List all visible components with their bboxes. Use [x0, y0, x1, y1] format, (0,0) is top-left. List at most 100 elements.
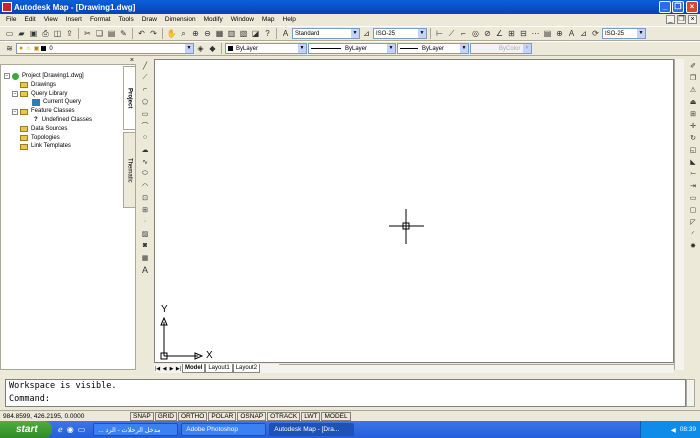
properties-icon[interactable]: ▦ — [214, 28, 225, 39]
break-icon[interactable]: ▢ — [688, 204, 699, 215]
otrack-toggle[interactable]: OTRACK — [267, 411, 301, 421]
layer-previous-icon[interactable]: ◆ — [207, 43, 218, 54]
menu-format[interactable]: Format — [86, 16, 115, 23]
doc-restore-button[interactable]: ❐ — [677, 15, 686, 24]
grid-toggle[interactable]: GRID — [154, 411, 177, 421]
clock[interactable]: 08:39 — [680, 426, 696, 433]
doc-minimize-button[interactable]: _ — [666, 15, 675, 24]
tree-node-topologies[interactable]: Topologies — [4, 134, 92, 143]
tab-model[interactable]: Model — [182, 364, 206, 373]
layer-combo[interactable]: ● ☼ ▣ 0 ▼ — [16, 43, 194, 54]
scale-icon[interactable]: ◱ — [688, 144, 699, 155]
dim-style-icon[interactable]: ⊿ — [361, 28, 372, 39]
tab-layout1[interactable]: Layout1 — [205, 364, 233, 373]
new-icon[interactable]: ▭ — [4, 28, 15, 39]
text-style-combo[interactable]: Standard ▼ — [292, 28, 360, 39]
menu-draw[interactable]: Draw — [138, 16, 161, 23]
polar-toggle[interactable]: POLAR — [208, 411, 237, 421]
region-icon[interactable]: ◙ — [140, 240, 151, 251]
line-icon[interactable]: ╱ — [140, 60, 151, 71]
match-properties-icon[interactable]: ✎ — [118, 28, 129, 39]
extend-icon[interactable]: ⇥ — [688, 180, 699, 191]
make-current-layer-icon[interactable]: ◈ — [195, 43, 206, 54]
hatch-icon[interactable]: ▨ — [140, 228, 151, 239]
close-button[interactable]: × — [686, 1, 698, 13]
table-icon[interactable]: ▦ — [140, 252, 151, 263]
start-button[interactable]: start — [0, 421, 52, 438]
first-tab-icon[interactable]: |◀ — [154, 366, 161, 372]
lwt-toggle[interactable]: LWT — [301, 411, 321, 421]
copy-icon[interactable]: ❏ — [94, 28, 105, 39]
break-at-point-icon[interactable]: ▭ — [688, 192, 699, 203]
dim-text-edit-icon[interactable]: ⊿ — [578, 28, 589, 39]
menu-modify[interactable]: Modify — [200, 16, 227, 23]
menu-tools[interactable]: Tools — [115, 16, 138, 23]
command-scrollbar[interactable] — [686, 379, 695, 407]
linear-dim-icon[interactable]: ⊢ — [434, 28, 445, 39]
ellipse-icon[interactable]: ⬭ — [140, 168, 151, 179]
fillet-icon[interactable]: ◜ — [688, 228, 699, 239]
color-combo[interactable]: ByLayer ▼ — [225, 43, 307, 54]
tree-node-data-sources[interactable]: Data Sources — [4, 125, 92, 134]
tab-project[interactable]: Project — [123, 66, 136, 130]
menu-edit[interactable]: Edit — [20, 16, 39, 23]
aligned-dim-icon[interactable]: ⟋ — [446, 28, 457, 39]
zoom-realtime-icon[interactable]: ⌕ — [178, 28, 189, 39]
preview-icon[interactable]: ◫ — [52, 28, 63, 39]
print-icon[interactable]: ⎙ — [40, 28, 51, 39]
vertical-scrollbar[interactable] — [674, 59, 684, 370]
insert-block-icon[interactable]: ⊡ — [140, 192, 151, 203]
rotate-icon[interactable]: ↻ — [688, 132, 699, 143]
copy-object-icon[interactable]: ❐ — [688, 72, 699, 83]
circle-icon[interactable]: ○ — [140, 132, 151, 143]
drawing-area[interactable]: Y X — [154, 59, 674, 363]
tolerance-icon[interactable]: ▤ — [542, 28, 553, 39]
erase-icon[interactable]: ✐ — [688, 60, 699, 71]
open-icon[interactable]: ▰ — [16, 28, 27, 39]
ellipse-arc-icon[interactable]: ◠ — [140, 180, 151, 191]
explode-icon[interactable]: ✸ — [688, 240, 699, 251]
revision-cloud-icon[interactable]: ☁ — [140, 144, 151, 155]
tree-node-link-templates[interactable]: Link Templates — [4, 142, 92, 151]
tree-node-drawings[interactable]: Drawings — [4, 81, 92, 90]
dim-edit-icon[interactable]: A — [566, 28, 577, 39]
tree-node-query-library[interactable]: − Query Library — [4, 90, 92, 99]
move-icon[interactable]: ✛ — [688, 120, 699, 131]
design-center-icon[interactable]: ▥ — [226, 28, 237, 39]
redo-icon[interactable]: ↷ — [148, 28, 159, 39]
tree-node-undefined-classes[interactable]: ? Undefined Classes — [4, 116, 92, 125]
multiline-text-icon[interactable]: A — [140, 264, 151, 275]
minimize-button[interactable]: _ — [659, 1, 671, 13]
diameter-dim-icon[interactable]: ⊘ — [482, 28, 493, 39]
next-tab-icon[interactable]: ▶ — [168, 366, 175, 372]
tree-node-feature-classes[interactable]: − Feature Classes — [4, 107, 92, 116]
cut-icon[interactable]: ✂ — [82, 28, 93, 39]
lineweight-combo[interactable]: ByLayer ▼ — [397, 43, 469, 54]
last-tab-icon[interactable]: ▶| — [175, 366, 182, 372]
taskbar-item-browser[interactable]: ... مدخل الرحلات - الرد — [93, 423, 179, 436]
dim-style-combo-right[interactable]: ISO-25 ▼ — [602, 28, 646, 39]
taskbar-item-autodesk-map[interactable]: Autodesk Map - [Dra... — [269, 423, 355, 436]
ortho-toggle[interactable]: ORTHO — [177, 411, 208, 421]
close-icon[interactable]: × — [130, 57, 134, 65]
point-icon[interactable]: · — [140, 216, 151, 227]
undo-icon[interactable]: ↶ — [136, 28, 147, 39]
pan-icon[interactable]: ✋ — [166, 28, 177, 39]
offset-icon[interactable]: ⏏ — [688, 96, 699, 107]
baseline-dim-icon[interactable]: ⊟ — [518, 28, 529, 39]
menu-file[interactable]: File — [2, 16, 20, 23]
help-icon[interactable]: ? — [262, 28, 273, 39]
stretch-icon[interactable]: ◣ — [688, 156, 699, 167]
rectangle-icon[interactable]: ▭ — [140, 108, 151, 119]
array-icon[interactable]: ⊞ — [688, 108, 699, 119]
tool-palettes-icon[interactable]: ▧ — [238, 28, 249, 39]
volume-icon[interactable]: ◀ — [671, 426, 676, 434]
trim-icon[interactable]: ⤚ — [688, 168, 699, 179]
command-prompt[interactable]: Command: — [9, 393, 685, 406]
spline-icon[interactable]: ∿ — [140, 156, 151, 167]
menu-window[interactable]: Window — [227, 16, 258, 23]
prev-tab-icon[interactable]: ◀ — [161, 366, 168, 372]
dim-update-icon[interactable]: ⟳ — [590, 28, 601, 39]
layer-manager-icon[interactable]: ≋ — [4, 43, 15, 54]
tree-node-current-query[interactable]: Current Query — [4, 98, 92, 107]
